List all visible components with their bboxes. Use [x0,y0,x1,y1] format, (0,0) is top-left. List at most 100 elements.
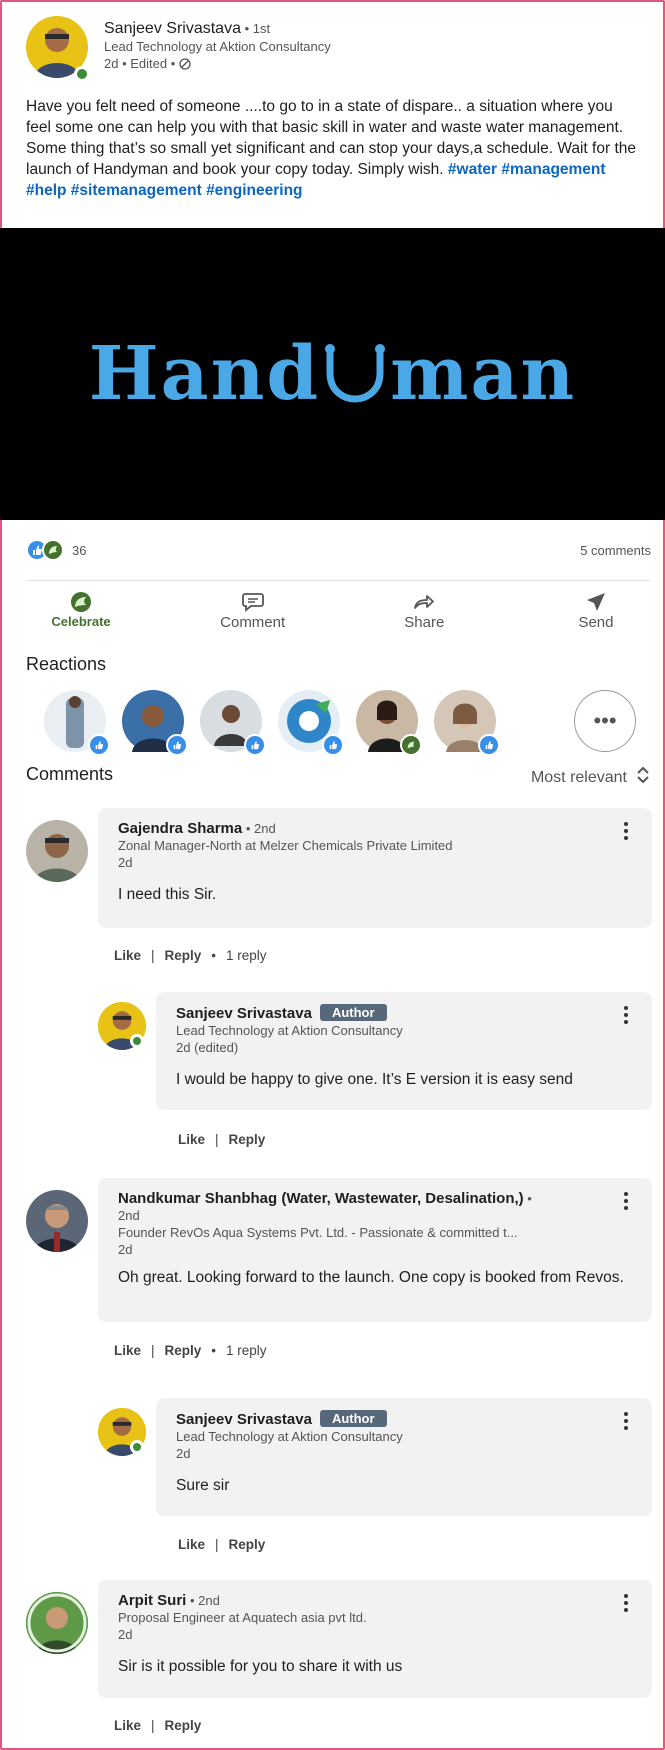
comments-count[interactable]: 5 comments [580,543,651,558]
comment-actions: Like | Reply [178,1537,266,1552]
comment-bubble: Arpit Suri • 2nd Proposal Engineer at Aq… [98,1580,652,1698]
hashtag-management[interactable]: #management [501,161,605,178]
more-reactions-button[interactable]: ••• [574,690,636,752]
sort-dropdown[interactable]: Most relevant [531,766,651,789]
reaction-icons[interactable] [26,539,64,561]
connection-degree: 2nd [118,1208,140,1223]
like-comment-button[interactable]: Like [178,1537,205,1552]
reactors-list: ••• [44,690,644,760]
hashtag-engineering[interactable]: #engineering [206,182,302,199]
like-comment-button[interactable]: Like [114,948,141,963]
like-icon [166,734,188,756]
reactions-heading: Reactions [26,654,107,674]
comment-actions: Like | Reply [178,1132,266,1147]
reactor-avatar[interactable] [200,690,266,756]
more-options-icon[interactable] [622,1412,630,1430]
commenter-name[interactable]: Nandkumar Shanbhag (Water, Wastewater, D… [118,1190,524,1207]
commenter-avatar[interactable] [26,1592,88,1654]
celebrate-button[interactable]: Celebrate [26,590,136,640]
reply-button[interactable]: Reply [165,948,202,963]
comment-time: 2d [118,1242,133,1257]
like-comment-button[interactable]: Like [178,1132,205,1147]
hashtag-sitemanagement[interactable]: #sitemanagement [71,182,202,199]
online-status-icon [130,1034,144,1048]
reactor-avatar[interactable] [356,690,422,756]
reaction-count[interactable]: 36 [72,543,86,558]
reply-button[interactable]: Reply [229,1132,266,1147]
like-icon [478,734,500,756]
author-name[interactable]: Sanjeev Srivastava [104,20,241,37]
replies-count[interactable]: 1 reply [226,948,267,963]
reply-bubble: Sanjeev Srivastava Author Lead Technology… [156,1398,652,1516]
comment-actions: Like | Reply [114,1718,202,1733]
send-button[interactable]: Send [541,590,651,640]
social-counts: 36 5 comments [26,538,651,562]
comment-bubble: Nandkumar Shanbhag (Water, Wastewater, D… [98,1178,652,1322]
globe-icon [179,57,191,74]
divider [26,580,651,581]
more-options-icon[interactable] [622,822,630,840]
comment-text: I need this Sir. [118,886,217,903]
author-badge: Author [319,1410,387,1427]
celebrate-icon [42,539,64,561]
post-image[interactable]: Hand man [0,228,665,520]
commenter-name[interactable]: Arpit Suri [118,1592,186,1609]
online-status-icon [74,66,90,82]
comment-text: I would be happy to give one. It’s E ver… [176,1071,573,1088]
commenter-name[interactable]: Gajendra Sharma [118,820,242,837]
post-text: Have you felt need of someone ....to go … [26,98,636,199]
reactor-avatar[interactable] [278,690,344,756]
comment-time: 2d [118,1627,133,1642]
comment-text: Oh great. Looking forward to the launch.… [118,1269,624,1286]
comment-bubble: Gajendra Sharma • 2nd Zonal Manager-Nort… [98,808,652,928]
commenter-avatar[interactable] [26,1190,88,1252]
commenter-role: Lead Technology at Aktion Consultancy [176,1023,403,1038]
commenter-role: Zonal Manager-North at Melzer Chemicals … [118,838,453,853]
more-options-icon[interactable] [622,1006,630,1024]
reactor-avatar[interactable] [122,690,188,756]
more-options-icon[interactable] [622,1192,630,1210]
post-header: Sanjeev Srivastava • 1st Lead Technology… [26,16,331,84]
share-arrow-icon [412,590,436,614]
handyman-logo: Hand man [88,331,577,417]
like-icon [322,734,344,756]
sort-chevron-icon [635,766,651,789]
author-info: Sanjeev Srivastava • 1st Lead Technology… [104,16,331,84]
comment-time: 2d [176,1446,191,1461]
send-icon [584,590,608,614]
comment-button[interactable]: Comment [198,590,308,640]
comment-text: Sir is it possible for you to share it w… [118,1658,403,1675]
author-badge: Author [319,1004,387,1021]
post-actions: Celebrate Comment Share Send [26,590,651,640]
commenter-role: Proposal Engineer at Aquatech asia pvt l… [118,1610,367,1625]
commenter-avatar[interactable] [26,820,88,882]
reply-bubble: Sanjeev Srivastava Author Lead Technology… [156,992,652,1110]
stethoscope-icon [320,337,390,411]
reactor-avatar[interactable] [44,690,110,756]
commenter-name[interactable]: Sanjeev Srivastava [176,1005,312,1022]
reply-button[interactable]: Reply [165,1718,202,1733]
share-button[interactable]: Share [369,590,479,640]
like-icon [88,734,110,756]
replies-count[interactable]: 1 reply [226,1343,267,1358]
comment-icon [241,590,265,614]
more-options-icon[interactable] [622,1594,630,1612]
hashtag-water[interactable]: #water [448,161,497,178]
reactor-avatar[interactable] [434,690,500,756]
post-meta: 2d • Edited • [104,55,331,74]
comments-heading: Comments [26,764,114,784]
connection-degree: • 1st [240,21,271,36]
like-comment-button[interactable]: Like [114,1343,141,1358]
like-comment-button[interactable]: Like [114,1718,141,1733]
comment-time: 2d [118,855,133,870]
hashtag-help[interactable]: #help [26,182,66,199]
reply-button[interactable]: Reply [229,1537,266,1552]
commenter-name[interactable]: Sanjeev Srivastava [176,1411,312,1428]
online-status-icon [130,1440,144,1454]
like-icon [244,734,266,756]
celebrate-icon [69,590,93,614]
comment-time: 2d (edited) [176,1040,239,1055]
comment-actions: Like | Reply • 1 reply [114,1343,267,1358]
reply-button[interactable]: Reply [165,1343,202,1358]
commenter-role: Lead Technology at Aktion Consultancy [176,1429,403,1444]
